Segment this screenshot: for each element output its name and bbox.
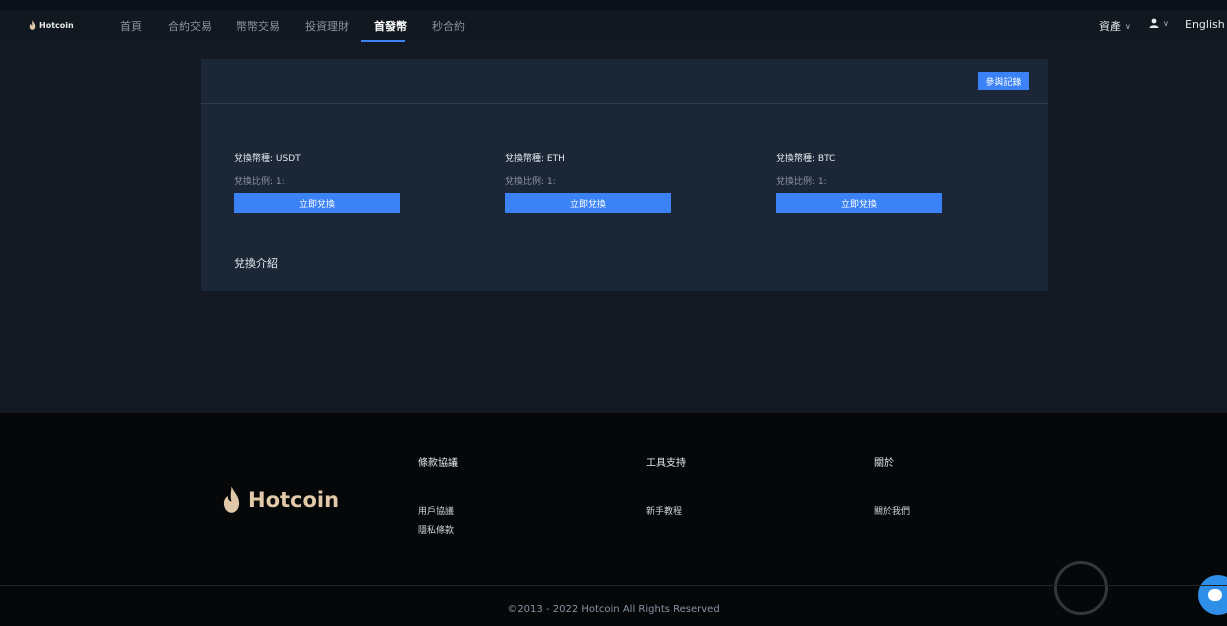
language-selector[interactable]: English ∨ [1185, 18, 1227, 31]
language-label: English [1185, 18, 1225, 31]
footer-column-heading: 工具支持 [646, 458, 686, 469]
chevron-down-icon: ∨ [1163, 18, 1169, 28]
brand-name: Hotcoin [39, 20, 74, 30]
top-strip [0, 0, 1227, 11]
copyright-text: ©2013 - 2022 Hotcoin All Rights Reserved [507, 604, 720, 615]
footer-column-terms: 條款協議 用戶協議 隱私條款 [418, 454, 458, 541]
footer-link-about-us[interactable]: 關於我們 [874, 503, 910, 522]
panel-divider [201, 103, 1048, 104]
exchange-panel: 參與記錄 兌換幣種: USDT 兌換比例: 1: 立即兌換 兌換幣種: ETH … [201, 59, 1048, 291]
footer-link-user-agreement[interactable]: 用戶協議 [418, 503, 458, 522]
exchange-currency: 兌換幣種: USDT [234, 154, 301, 164]
exchange-option-eth: 兌換幣種: ETH 兌換比例: 1: 立即兌換 [505, 151, 671, 213]
footer-link-privacy[interactable]: 隱私條款 [418, 522, 458, 541]
active-tab-indicator [361, 40, 405, 42]
exchange-now-button-eth[interactable]: 立即兌換 [505, 193, 671, 213]
footer-link-tutorial[interactable]: 新手教程 [646, 503, 686, 522]
nav-item-home[interactable]: 首頁 [120, 18, 142, 34]
chevron-down-icon: ∨ [1125, 21, 1131, 31]
nav-item-investment[interactable]: 投資理財 [305, 18, 349, 34]
participation-record-button[interactable]: 參與記錄 [978, 72, 1029, 90]
footer-logo[interactable]: Hotcoin [222, 486, 339, 513]
footer-divider [0, 585, 1227, 586]
exchange-now-button-usdt[interactable]: 立即兌換 [234, 193, 400, 213]
exchange-option-usdt: 兌換幣種: USDT 兌換比例: 1: 立即兌換 [234, 151, 400, 213]
footer-logo-text: Hotcoin [248, 487, 340, 512]
exchange-option-btc: 兌換幣種: BTC 兌換比例: 1: 立即兌換 [776, 151, 942, 213]
exchange-ratio: 兌換比例: 1: [505, 177, 556, 187]
chat-icon [1208, 589, 1222, 601]
nav-item-spot-trading[interactable]: 幣幣交易 [236, 18, 280, 34]
exchange-intro-heading: 兌換介紹 [234, 257, 278, 270]
footer-column-heading: 關於 [874, 458, 894, 469]
exchange-now-button-btc[interactable]: 立即兌換 [776, 193, 942, 213]
footer: Hotcoin 條款協議 用戶協議 隱私條款 工具支持 新手教程 關於 關於我們… [0, 413, 1227, 626]
exchange-ratio: 兌換比例: 1: [776, 177, 827, 187]
assets-dropdown[interactable]: 資產 ∨ [1099, 18, 1131, 34]
nav-item-first-launch[interactable]: 首發幣 [374, 18, 407, 34]
exchange-currency: 兌換幣種: ETH [505, 154, 565, 164]
nav-item-seconds-contract[interactable]: 秒合約 [432, 18, 465, 34]
hotcoin-flame-icon [223, 486, 240, 513]
user-icon [1149, 18, 1159, 28]
footer-column-heading: 條款協議 [418, 458, 458, 469]
brand-logo[interactable]: Hotcoin [29, 20, 74, 30]
exchange-currency: 兌換幣種: BTC [776, 154, 836, 164]
footer-column-tools: 工具支持 新手教程 [646, 454, 686, 522]
exchange-ratio: 兌換比例: 1: [234, 177, 285, 187]
hotcoin-flame-icon [29, 20, 36, 30]
footer-column-about: 關於 關於我們 [874, 454, 910, 522]
assets-label: 資產 [1099, 20, 1121, 33]
user-menu[interactable]: ∨ [1149, 18, 1169, 28]
top-navigation: Hotcoin 首頁 合約交易 幣幣交易 投資理財 首發幣 秒合約 資產 ∨ ∨… [0, 11, 1227, 42]
nav-item-contract-trading[interactable]: 合約交易 [168, 18, 212, 34]
